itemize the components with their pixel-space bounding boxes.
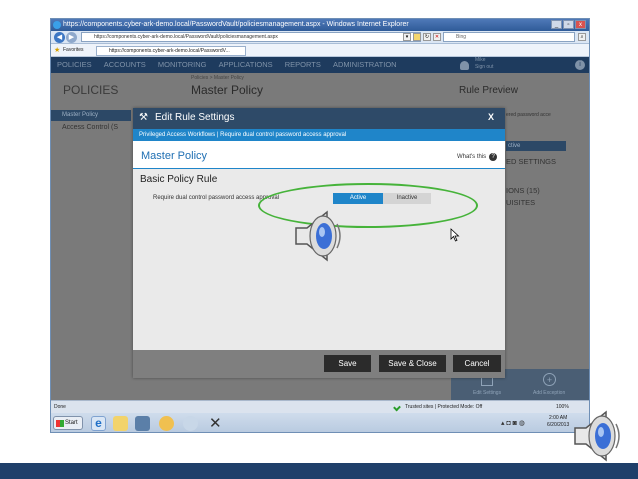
ie-icon <box>53 21 61 29</box>
highlight-ellipse <box>258 183 478 228</box>
favorites-bar: ★ Favorites https://components.cyber-ark… <box>51 44 589 57</box>
save-close-button[interactable]: Save & Close <box>379 355 446 372</box>
wrench-icon: ⚒ <box>139 112 148 123</box>
nav-monitoring[interactable]: MONITORING <box>158 60 207 69</box>
whats-this-label: What's this <box>457 154 487 160</box>
nav-reports[interactable]: REPORTS <box>285 60 321 69</box>
section-title: Basic Policy Rule <box>140 174 218 185</box>
dropdown-icon[interactable]: ▾ <box>403 33 411 41</box>
dialog-title: Edit Rule Settings <box>155 112 235 123</box>
user-icon <box>460 61 469 70</box>
close-window-icon[interactable]: x <box>575 20 586 29</box>
rule-preview-requisites: UISITES <box>506 198 536 207</box>
rule-preview-active: ctive <box>506 141 566 151</box>
app-nav: POLICIES ACCOUNTS MONITORING APPLICATION… <box>51 57 589 73</box>
refresh-icon[interactable]: ↻ <box>423 33 431 41</box>
slide-footer-band <box>0 463 638 479</box>
search-input[interactable]: Bing <box>443 32 575 42</box>
window-title: https://components.cyber-ark-demo.local/… <box>63 21 409 28</box>
mouse-cursor-icon <box>450 228 460 242</box>
lock-icon[interactable] <box>413 33 421 41</box>
browser-tab[interactable]: https://components.cyber-ark-demo.local/… <box>96 46 246 56</box>
sign-out-link[interactable]: Sign out <box>475 64 493 71</box>
dialog-header: ⚒ Edit Rule Settings X <box>133 108 505 129</box>
rule-preview-hint: ered password acce <box>506 112 551 118</box>
folder-icon[interactable] <box>113 416 128 431</box>
user-name: Mike <box>475 57 486 63</box>
back-icon[interactable]: ◀ <box>54 32 65 43</box>
help-icon: ? <box>489 153 498 161</box>
address-input[interactable]: https://components.cyber-ark-demo.local/… <box>81 32 421 42</box>
breadcrumb[interactable]: Policies > Master Policy <box>191 75 244 81</box>
address-bar: ◀ ▶ https://components.cyber-ark-demo.lo… <box>51 31 589 44</box>
search-tool-icon[interactable] <box>183 416 198 431</box>
restore-icon[interactable]: ▫ <box>563 20 574 29</box>
start-button[interactable]: Start <box>53 416 83 430</box>
check-icon <box>393 403 401 412</box>
whats-this-link[interactable]: What's this? <box>457 153 498 161</box>
nav-accounts[interactable]: ACCOUNTS <box>104 60 146 69</box>
edit-settings-button[interactable]: Edit Settings <box>473 390 501 396</box>
forward-icon[interactable]: ▶ <box>66 32 77 43</box>
add-exception-button[interactable]: Add Exception <box>533 390 565 396</box>
info-icon[interactable]: i <box>575 60 585 70</box>
favorites-label[interactable]: Favorites <box>63 44 84 57</box>
add-icon[interactable]: + <box>543 373 556 386</box>
window-titlebar: https://components.cyber-ark-demo.local/… <box>51 19 589 31</box>
clock-date: 6/20/2013 <box>547 422 570 428</box>
search-icon[interactable]: ⌕ <box>578 33 586 41</box>
minimize-icon[interactable]: _ <box>551 20 562 29</box>
nav-policies[interactable]: POLICIES <box>57 60 92 69</box>
window-app-icon[interactable] <box>135 416 150 431</box>
nav-applications[interactable]: APPLICATIONS <box>219 60 273 69</box>
dialog-policy-name: Master Policy <box>141 150 208 162</box>
windows-logo-icon <box>56 420 64 427</box>
dialog-footer: Save Save & Close Cancel <box>133 350 505 378</box>
favorites-star-icon[interactable]: ★ <box>54 44 60 57</box>
rule-preview-settings: ED SETTINGS <box>506 157 557 166</box>
stop-icon[interactable]: ✕ <box>433 33 441 41</box>
clock-time: 2:00 AM <box>548 415 568 421</box>
taskbar: Start e ✕ ▴ ◘ ◙ ◍ 2:00 AM 6/20/2013 <box>51 413 589 432</box>
cancel-button[interactable]: Cancel <box>453 355 501 372</box>
dialog-close-button[interactable]: X <box>488 112 494 122</box>
users-icon[interactable] <box>159 416 174 431</box>
save-button[interactable]: Save <box>324 355 371 372</box>
speaker-icon-bottom[interactable] <box>572 408 624 464</box>
rule-preview-title: Rule Preview <box>459 85 518 96</box>
left-item-access-control[interactable]: Access Control (S <box>62 124 118 131</box>
dialog-subtitle: Privileged Access Workflows | Require du… <box>133 129 505 141</box>
status-bar: Done Trusted sites | Protected Mode: Off… <box>51 400 589 413</box>
page-title: POLICIES <box>63 83 119 97</box>
start-label: Start <box>65 420 78 426</box>
speaker-icon[interactable] <box>293 208 345 264</box>
tools-icon[interactable]: ✕ <box>209 414 222 432</box>
nav-administration[interactable]: ADMINISTRATION <box>333 60 397 69</box>
rule-preview-exceptions: IONS (15) <box>506 186 540 195</box>
left-item-master-policy[interactable]: Master Policy <box>51 110 131 121</box>
tray-icons[interactable]: ▴ ◘ ◙ ◍ <box>501 419 525 427</box>
clock[interactable]: 2:00 AM 6/20/2013 <box>547 415 569 429</box>
policy-title: Master Policy <box>191 83 264 97</box>
internet-explorer-icon[interactable]: e <box>91 416 106 431</box>
